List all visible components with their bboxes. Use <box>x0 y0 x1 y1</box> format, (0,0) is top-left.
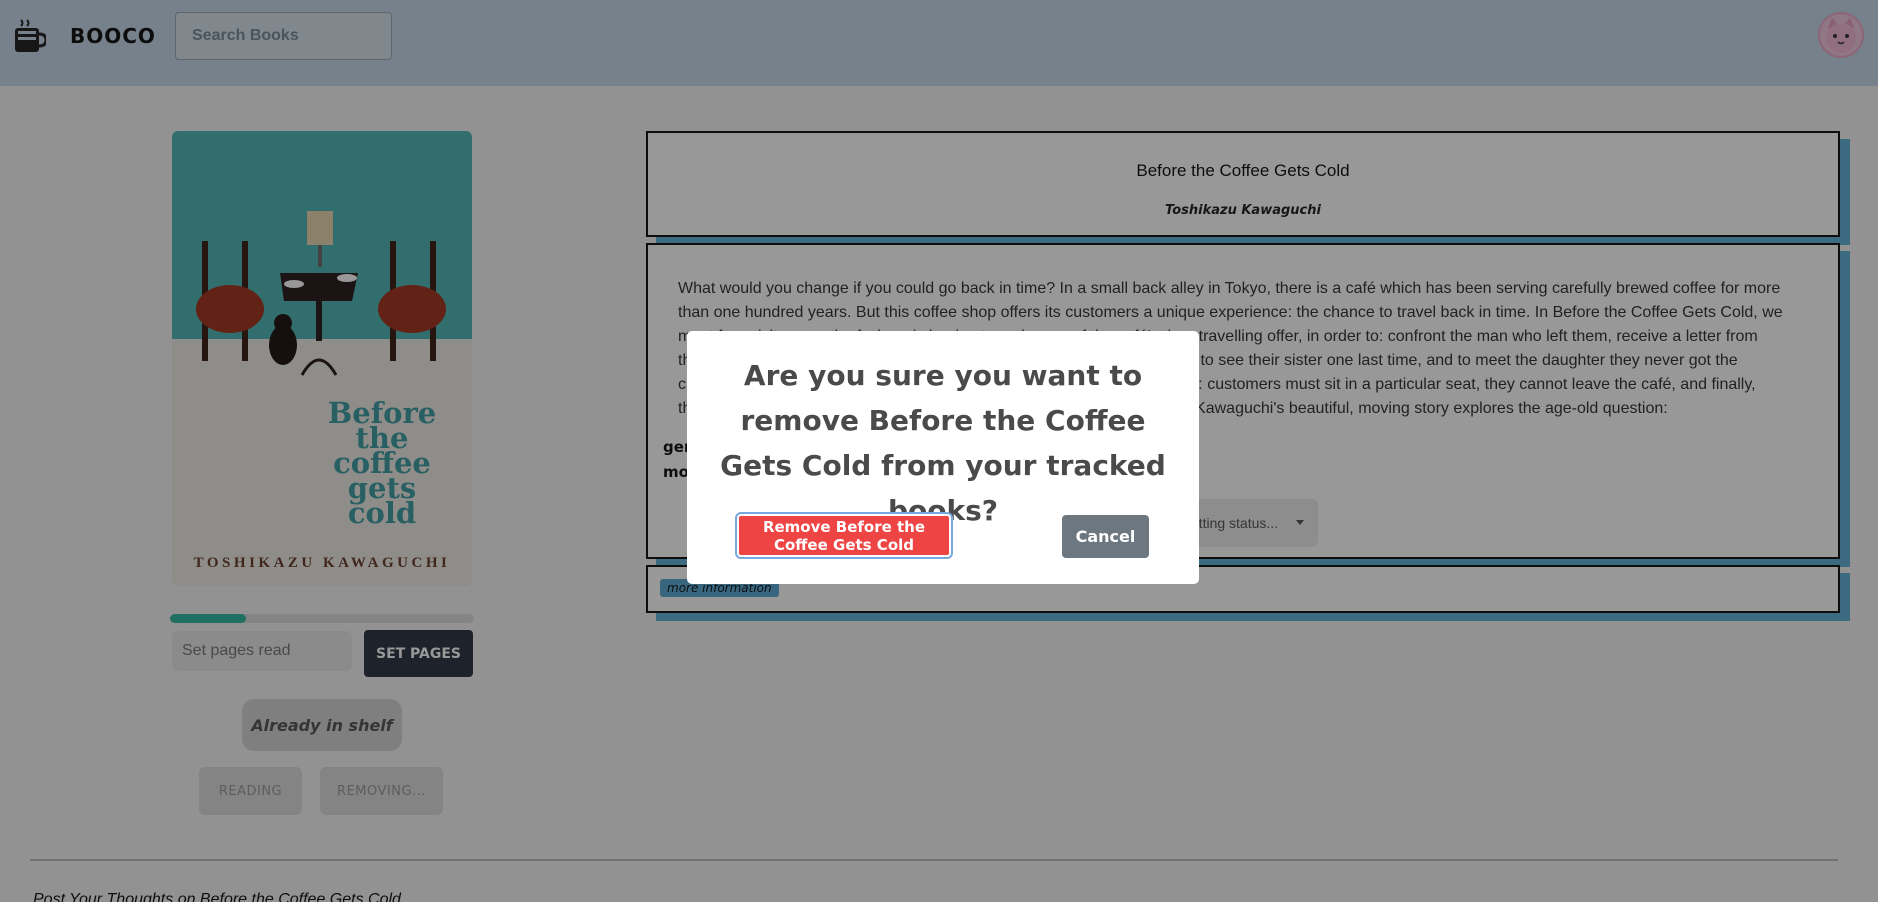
remove-confirmation-modal: Are you sure you want to remove Before t… <box>687 331 1199 584</box>
remove-book-button[interactable]: Remove Before the Coffee Gets Cold <box>737 514 951 557</box>
modal-question-text: Are you sure you want to remove Before t… <box>720 359 1166 527</box>
cancel-button[interactable]: Cancel <box>1062 515 1149 558</box>
